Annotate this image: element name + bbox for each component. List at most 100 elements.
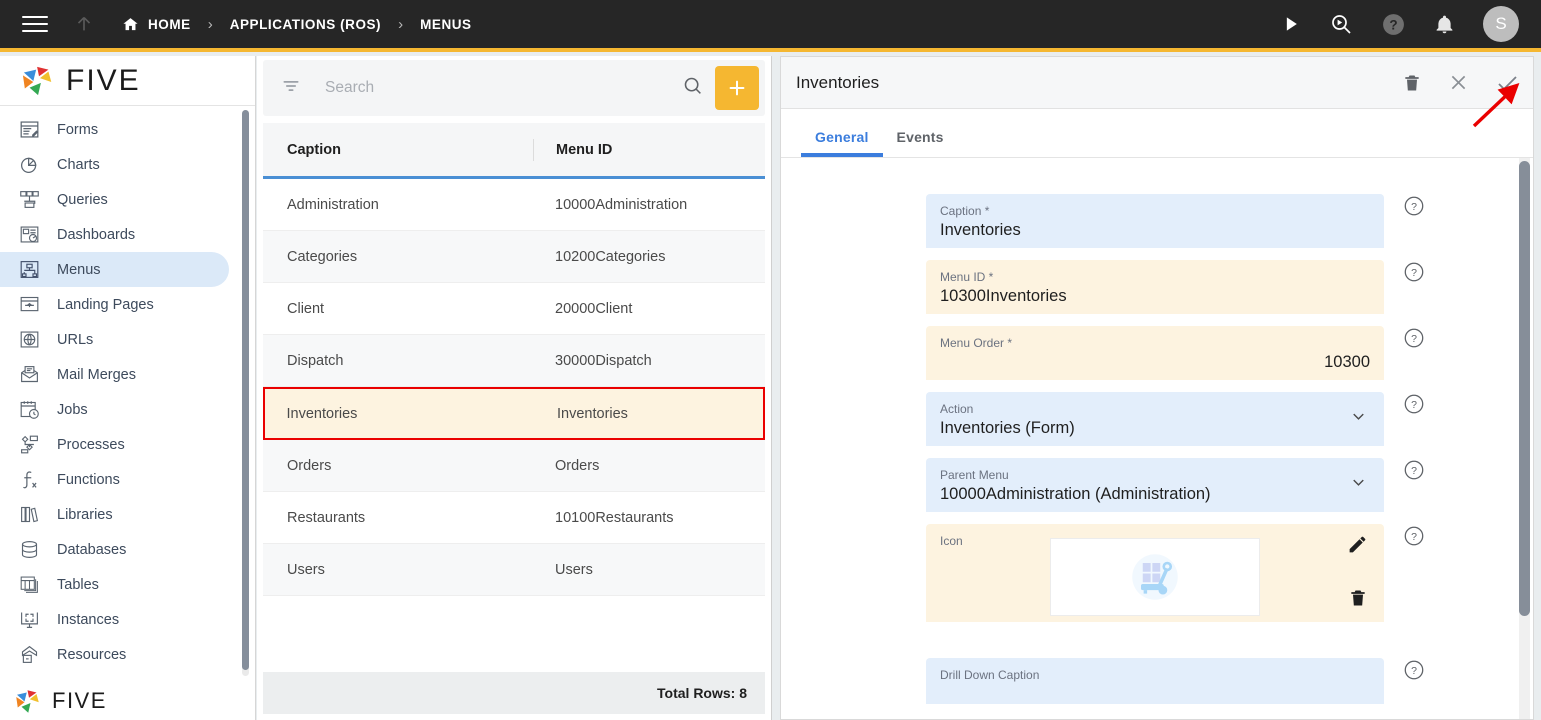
sidebar-item-dashboards[interactable]: Dashboards [0,217,229,252]
sidebar-item-label: Menus [57,261,101,278]
icon-field[interactable]: Icon [926,524,1384,622]
sidebar-item-queries[interactable]: Queries [0,182,229,217]
brand-name: FIVE [52,688,107,713]
hamburger-icon[interactable] [22,11,48,37]
breadcrumb-item-applications[interactable]: APPLICATIONS (ROS) [230,17,381,32]
chevron-down-icon[interactable] [1349,473,1368,497]
field-row-action: Action Inventories (Form) ? [926,392,1426,446]
table-row[interactable]: Administration 10000Administration [263,179,765,231]
caption-field[interactable]: Caption * Inventories [926,194,1384,248]
breadcrumb-item-menus[interactable]: MENUS [420,17,472,32]
brand-logo-bottom: FIVE [0,682,255,720]
help-circle-icon[interactable]: ? [1402,392,1426,416]
cell-menu-id: Orders [555,457,600,474]
column-header-caption[interactable]: Caption [263,142,533,158]
tab-general[interactable]: General [801,129,883,157]
menu-id-field[interactable]: Menu ID * 10300Inventories [926,260,1384,314]
hand-truck-boxes-icon [1132,554,1178,600]
table-row[interactable]: Dispatch 30000Dispatch [263,335,765,387]
chevron-down-icon[interactable] [1349,407,1368,431]
edit-pencil-icon[interactable] [1347,534,1368,560]
cell-menu-id: 10100Restaurants [555,509,674,526]
svg-text:?: ? [1411,465,1417,477]
menu-order-field[interactable]: Menu Order * 10300 [926,326,1384,380]
mail-merges-icon [14,362,44,388]
table-row[interactable]: Categories 10200Categories [263,231,765,283]
table-header-row: Caption Menu ID [263,123,765,179]
sidebar-item-resources[interactable]: Resources [0,637,229,672]
avatar[interactable]: S [1483,6,1519,42]
field-placeholder: Drill Down Caption [940,668,1040,682]
sidebar-item-functions[interactable]: Functions [0,462,229,497]
delete-icon[interactable] [1402,73,1422,93]
table-row[interactable]: Client 20000Client [263,283,765,335]
sidebar-item-jobs[interactable]: Jobs [0,392,229,427]
notifications-bell-icon[interactable] [1434,14,1455,35]
dashboards-icon [14,222,44,248]
table-row[interactable]: Restaurants 10100Restaurants [263,492,765,544]
table-row[interactable]: Users Users [263,544,765,596]
sidebar-item-tables[interactable]: Tables [0,567,229,602]
sidebar-item-forms[interactable]: Forms [0,112,229,147]
help-icon[interactable]: ? [1381,12,1406,37]
debug-search-icon[interactable] [1329,12,1353,36]
sidebar-item-instances[interactable]: Instances [0,602,229,637]
help-circle-icon[interactable]: ? [1402,524,1426,548]
brand-logo-top: FIVE [0,56,255,106]
table-row[interactable]: Orders Orders [263,440,765,492]
help-circle-icon[interactable]: ? [1402,658,1426,682]
save-check-icon[interactable] [1495,71,1519,95]
sidebar-item-label: Libraries [57,506,113,523]
run-icon[interactable] [1281,14,1301,34]
menus-table: Caption Menu ID Administration 10000Admi… [263,123,765,672]
libraries-icon [14,502,44,528]
help-circle-icon[interactable]: ? [1402,260,1426,284]
tab-events[interactable]: Events [883,129,958,157]
svg-text:?: ? [1411,399,1417,411]
field-label: Action [940,402,974,416]
table-row-selected[interactable]: Inventories Inventories [263,387,765,440]
sidebar-item-label: Forms [57,121,99,138]
sidebar-item-processes[interactable]: Processes [0,427,229,462]
menus-list-panel: Caption Menu ID Administration 10000Admi… [257,56,772,720]
breadcrumb: HOME › APPLICATIONS (ROS) › MENUS [122,16,472,33]
parent-menu-field[interactable]: Parent Menu 10000Administration (Adminis… [926,458,1384,512]
column-header-menu-id[interactable]: Menu ID [533,138,612,161]
sidebar-item-mail-merges[interactable]: Mail Merges [0,357,229,392]
sidebar-item-urls[interactable]: URLs [0,322,229,357]
table-footer: Total Rows: 8 [263,672,765,714]
forms-icon [14,117,44,143]
icon-preview[interactable] [1050,538,1260,616]
sidebar-item-charts[interactable]: Charts [0,147,229,182]
cell-menu-id: 10200Categories [555,248,666,265]
sidebar-item-label: URLs [57,331,94,348]
cell-caption: Orders [287,457,332,474]
sidebar-scrollbar-thumb[interactable] [242,110,249,670]
close-icon[interactable] [1448,72,1469,93]
filter-icon[interactable] [281,76,301,101]
five-logo-icon [16,689,39,713]
detail-form: Caption * Inventories ? Menu ID * 10300I… [781,158,1533,719]
sidebar-item-menus[interactable]: Menus [0,252,229,287]
add-record-button[interactable] [715,66,759,110]
help-circle-icon[interactable]: ? [1402,326,1426,350]
search-input[interactable] [325,79,682,97]
detail-panel: Inventories General Events Caption * Inv… [780,56,1534,720]
help-circle-icon[interactable]: ? [1402,458,1426,482]
sidebar-item-databases[interactable]: Databases [0,532,229,567]
breadcrumb-item-home[interactable]: HOME [122,16,191,33]
help-circle-icon[interactable]: ? [1402,194,1426,218]
detail-scrollbar-thumb[interactable] [1519,161,1530,616]
sidebar-item-label: Landing Pages [57,296,154,313]
delete-trash-icon[interactable] [1348,588,1368,613]
databases-icon [14,537,44,563]
sidebar-item-landing-pages[interactable]: Landing Pages [0,287,229,322]
sidebar-item-libraries[interactable]: Libraries [0,497,229,532]
detail-header: Inventories [781,57,1533,109]
arrow-up-icon[interactable] [72,12,96,36]
cell-menu-id: 10000Administration [555,196,688,213]
action-field[interactable]: Action Inventories (Form) [926,392,1384,446]
search-icon[interactable] [682,75,703,101]
drill-down-caption-field[interactable]: Drill Down Caption [926,658,1384,704]
jobs-icon [14,397,44,423]
